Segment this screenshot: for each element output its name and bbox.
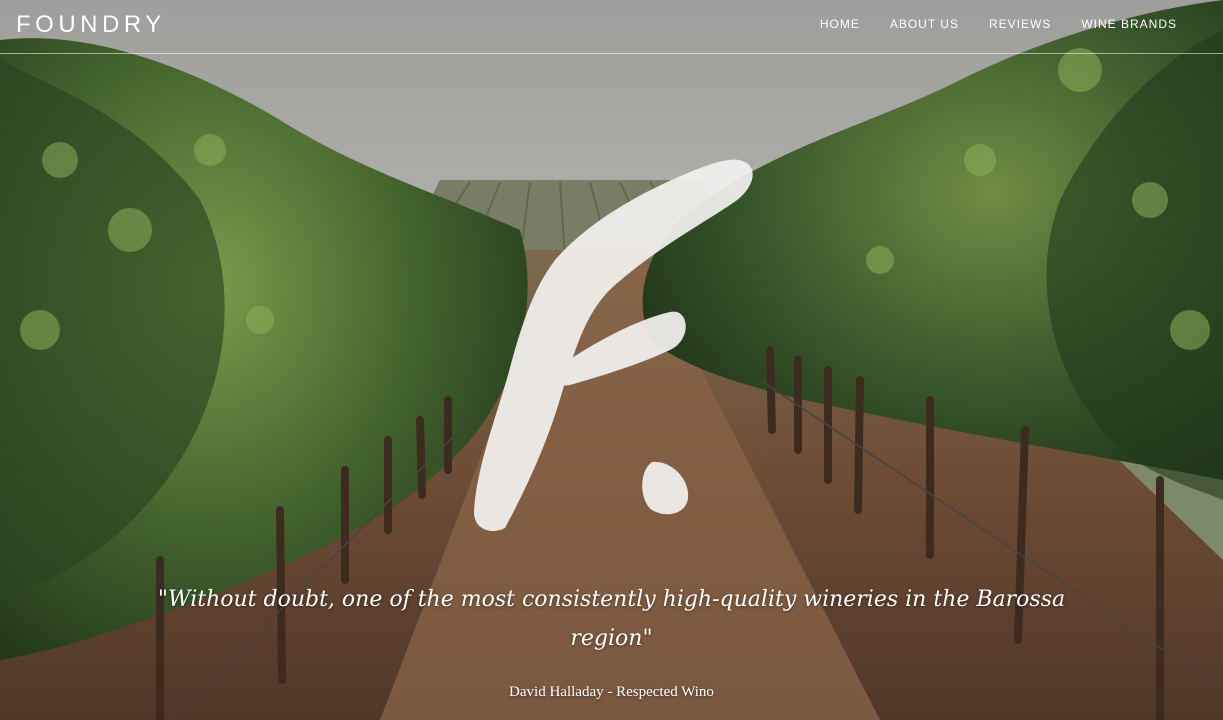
nav-about-us-link[interactable]: ABOUT US [890, 16, 959, 32]
main-nav: HOME ABOUT US REVIEWS WINE BRANDS [790, 16, 1177, 32]
foundry-logo[interactable]: FOUNDRY [16, 11, 166, 39]
hero-section: FOUNDRY HOME ABOUT US REVIEWS WINE BRAND… [0, 0, 1223, 720]
nav-reviews-link[interactable]: REVIEWS [989, 16, 1051, 32]
site-header: FOUNDRY HOME ABOUT US REVIEWS WINE BRAND… [0, 0, 1223, 54]
testimonial-quote: "Without doubt, one of the most consiste… [157, 587, 1066, 651]
nav-home-link[interactable]: HOME [820, 16, 860, 32]
foundry-f-brush-mark-icon [474, 159, 753, 532]
nav-wine-brands-link[interactable]: WINE BRANDS [1081, 16, 1177, 32]
testimonial-attribution: David Halladay - Respected Wino [509, 684, 714, 700]
